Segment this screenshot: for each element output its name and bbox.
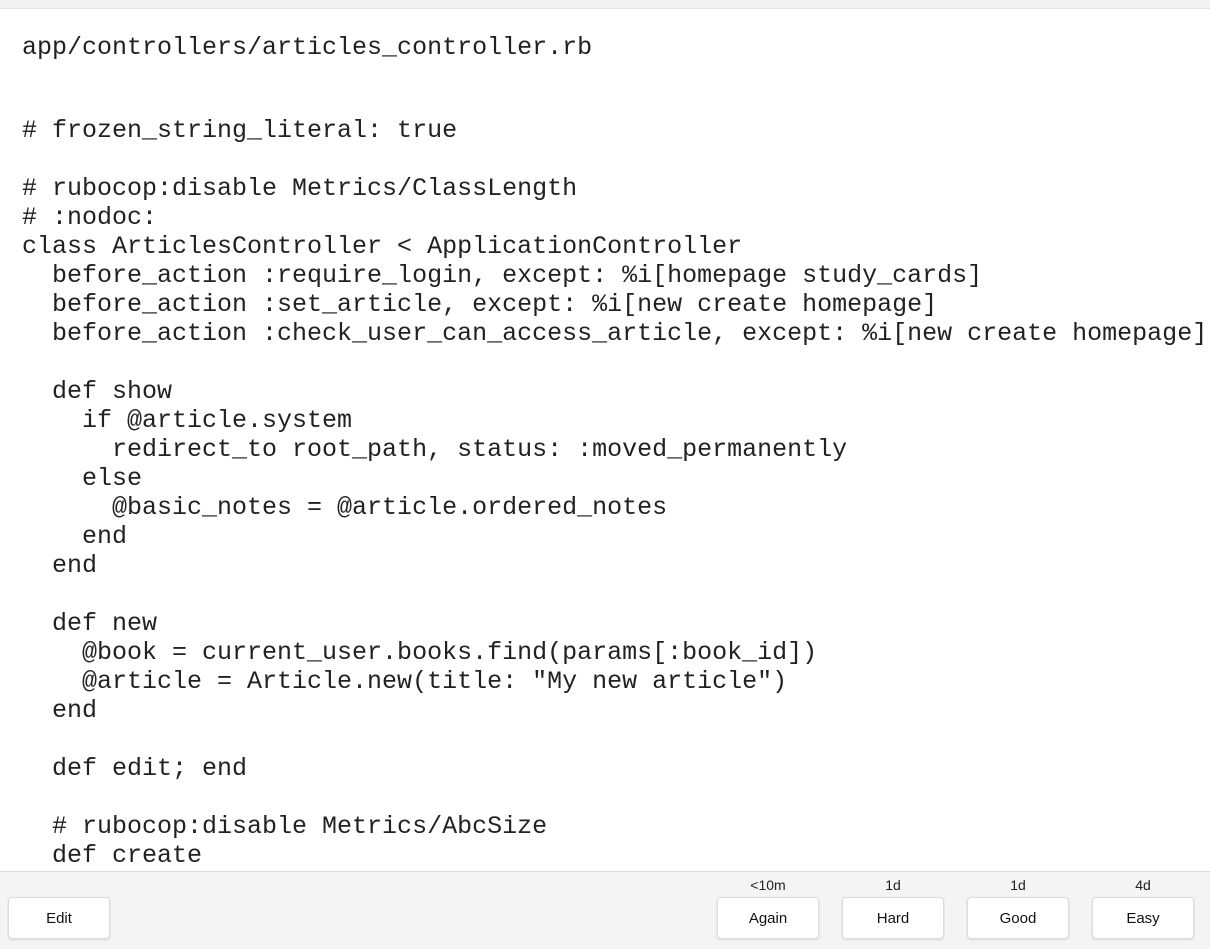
code-line: # frozen_string_literal: true [22, 116, 458, 145]
code-line: redirect_to root_path, status: :moved_pe… [22, 435, 848, 464]
code-block: # frozen_string_literal: true # rubocop:d… [22, 116, 1207, 870]
code-line: if @article.system [22, 406, 353, 435]
good-button[interactable]: Good [967, 897, 1069, 939]
code-line: @article = Article.new(title: "My new ar… [22, 667, 788, 696]
code-line: else [22, 464, 143, 493]
easy-button[interactable]: Easy [1092, 897, 1194, 939]
code-line: end [22, 522, 128, 551]
code-line: # :nodoc: [22, 203, 158, 232]
code-line: before_action :check_user_can_access_art… [22, 319, 1208, 348]
code-line: @basic_notes = @article.ordered_notes [22, 493, 668, 522]
file-path: app/controllers/articles_controller.rb [22, 33, 593, 62]
code-line: def show [22, 377, 173, 406]
code-line: end [22, 551, 98, 580]
answer-bar: Edit <10m Again 1d Hard 1d Good 4d Easy [0, 871, 1210, 949]
hard-interval: 1d [885, 877, 901, 893]
hard-button[interactable]: Hard [842, 897, 944, 939]
code-line: @book = current_user.books.find(params[:… [22, 638, 818, 667]
good-interval: 1d [1010, 877, 1026, 893]
code-line: class ArticlesController < ApplicationCo… [22, 232, 743, 261]
code-line: before_action :require_login, except: %i… [22, 261, 983, 290]
code-line: before_action :set_article, except: %i[n… [22, 290, 938, 319]
code-line: end [22, 696, 98, 725]
again-interval: <10m [750, 877, 786, 893]
code-line: def create [22, 841, 203, 870]
edit-button[interactable]: Edit [8, 897, 110, 939]
easy-interval: 4d [1135, 877, 1151, 893]
code-line: def new [22, 609, 158, 638]
top-strip [0, 0, 1210, 9]
again-button[interactable]: Again [717, 897, 819, 939]
card-content[interactable]: app/controllers/articles_controller.rb #… [0, 9, 1210, 871]
code-line: # rubocop:disable Metrics/ClassLength [22, 174, 578, 203]
code-line: # rubocop:disable Metrics/AbcSize [22, 812, 548, 841]
code-line: def edit; end [22, 754, 248, 783]
